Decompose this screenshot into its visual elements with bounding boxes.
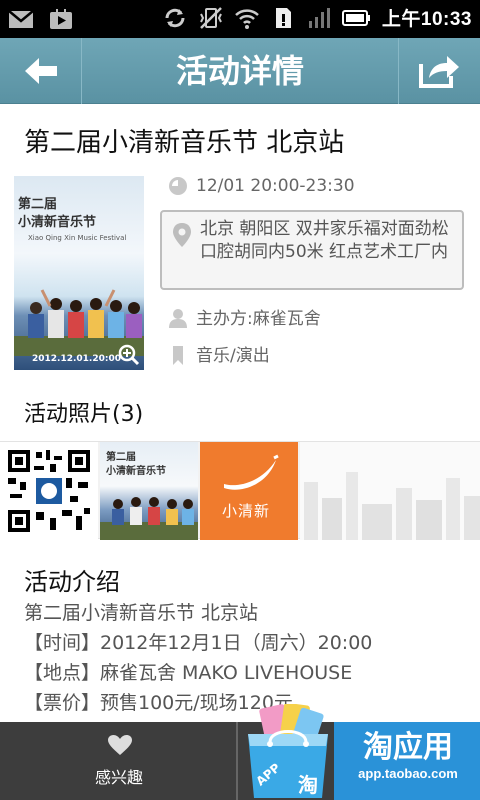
- event-time-row: 12/01 20:00-23:30: [168, 176, 355, 196]
- taobao-app-promo[interactable]: APP 淘 淘应用 app.taobao.com: [240, 704, 480, 800]
- banana-illustration: [224, 454, 279, 490]
- intro-heading: 活动介绍: [24, 568, 120, 596]
- status-bar: 上午10:33: [0, 0, 480, 38]
- signal-icon: [308, 7, 330, 28]
- category-row: 音乐/演出: [168, 345, 270, 367]
- arrow-left-icon: [25, 58, 57, 84]
- intro-line: 【地点】麻雀瓦舍 MAKO LIVEHOUSE: [24, 662, 353, 684]
- sync-icon: [165, 8, 185, 27]
- promo-bag-char: 淘: [298, 773, 318, 797]
- zoom-in-icon[interactable]: [118, 344, 140, 366]
- organizer: 主办方:麻雀瓦舍: [196, 309, 321, 329]
- bookmark-icon: [173, 346, 183, 365]
- photo-thumb-city[interactable]: [300, 442, 480, 540]
- vibrate-off-icon: [199, 6, 222, 29]
- back-button[interactable]: [0, 38, 82, 104]
- bottom-bar: 感兴趣 APP 淘 淘应用 app.taobao.com: [0, 704, 480, 800]
- poster-subtitle: Xiao Qing Xin Music Festival: [28, 234, 127, 242]
- category: 音乐/演出: [196, 346, 270, 366]
- poster-thumbnail-illustration: 第二届 小清新音乐节: [100, 450, 198, 540]
- promo-banner: 淘应用 app.taobao.com: [334, 722, 480, 800]
- photo-thumb-orange[interactable]: 小清新: [200, 442, 298, 540]
- share-icon: [419, 56, 459, 88]
- event-title: 第二届小清新音乐节 北京站: [24, 128, 345, 158]
- organizer-row: 主办方:麻雀瓦舍: [168, 308, 321, 330]
- wifi-icon: [235, 8, 259, 29]
- poster-caption-line1: 第二届: [18, 197, 58, 212]
- person-icon: [169, 309, 187, 328]
- interested-button[interactable]: 感兴趣: [0, 722, 238, 800]
- sim-icon: [275, 7, 291, 28]
- qr-code-image: [6, 448, 92, 534]
- clock-icon: [169, 177, 187, 195]
- event-address: 北京 朝阳区 双井家乐福对面劲松口腔胡同内50米 红点艺术工厂内: [200, 219, 449, 262]
- intro-line: 【时间】2012年12月1日（周六）20:00: [24, 632, 373, 654]
- location-pin-icon: [173, 223, 191, 247]
- poster-caption: 第二届 小清新音乐节: [18, 196, 96, 232]
- orange-thumb-label: 小清新: [222, 502, 271, 520]
- promo-title: 淘应用: [363, 730, 453, 765]
- event-time: 12/01 20:00-23:30: [196, 176, 355, 196]
- svg-text:小清新音乐节: 小清新音乐节: [105, 464, 166, 477]
- photo-thumb-qr[interactable]: [0, 442, 98, 540]
- gmail-icon: [8, 10, 34, 28]
- promo-url: app.taobao.com: [358, 766, 458, 781]
- play-store-icon: [50, 9, 72, 29]
- poster-date: 2012.12.01.20:00: [32, 354, 122, 364]
- share-button[interactable]: [398, 38, 480, 104]
- page-title: 活动详情: [175, 52, 304, 90]
- intro-line: 第二届小清新音乐节 北京站: [24, 602, 259, 624]
- event-detail-content[interactable]: 第二届小清新音乐节 北京站 第二届 小清新音乐节 Xiao Qing Xin M…: [0, 104, 480, 722]
- poster-caption-line2: 小清新音乐节: [18, 215, 97, 230]
- address-box[interactable]: 北京 朝阳区 双井家乐福对面劲松口腔胡同内50米 红点艺术工厂内: [160, 210, 464, 290]
- interested-label: 感兴趣: [94, 768, 143, 787]
- photo-strip[interactable]: 第二届 小清新音乐节 小清新: [0, 441, 480, 540]
- event-poster[interactable]: 第二届 小清新音乐节 Xiao Qing Xin Music Festival …: [14, 176, 144, 370]
- status-time: 上午10:33: [381, 9, 472, 30]
- battery-icon: [341, 9, 370, 26]
- shopping-bag-icon: APP 淘: [248, 704, 328, 798]
- photos-heading: 活动照片(3): [24, 402, 144, 427]
- photo-thumb-poster[interactable]: 第二届 小清新音乐节: [100, 442, 198, 540]
- svg-text:第二届: 第二届: [106, 450, 136, 463]
- city-skyline-illustration: [304, 472, 480, 540]
- app-header: 活动详情: [0, 38, 480, 104]
- heart-icon: [108, 735, 132, 755]
